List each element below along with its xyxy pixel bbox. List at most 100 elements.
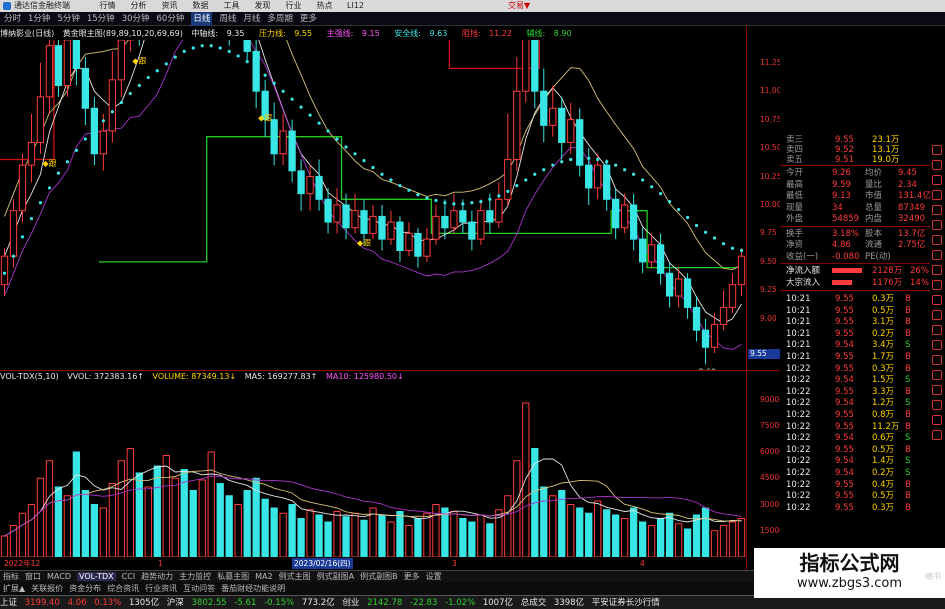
flow-bar — [832, 268, 862, 273]
tool-icon-6[interactable] — [932, 220, 942, 230]
tool-icon-19[interactable] — [932, 415, 942, 425]
tick-price: 9.55 — [835, 502, 854, 513]
indicator-tab-4[interactable]: CCI — [122, 572, 136, 581]
tick-price: 9.55 — [835, 352, 854, 362]
period-1[interactable]: 1分钟 — [28, 12, 50, 26]
volume-bar — [54, 486, 63, 557]
tool-icon-11[interactable] — [932, 295, 942, 305]
indicator-tab-13[interactable]: 设置 — [426, 572, 442, 581]
stock-name[interactable]: 博纳影业(日线) — [0, 29, 54, 38]
info-tab-0[interactable]: 扩展▲ — [3, 584, 25, 593]
sh-label[interactable]: 上证 — [0, 598, 17, 608]
period-4[interactable]: 30分钟 — [122, 12, 150, 26]
candle — [324, 187, 332, 234]
period-3[interactable]: 15分钟 — [87, 12, 115, 26]
tool-icon-17[interactable] — [932, 385, 942, 395]
menu-item-8[interactable]: LI12 — [340, 0, 371, 12]
volume-bar — [468, 521, 476, 557]
info-tab-1[interactable]: 关联报价 — [31, 584, 63, 593]
tick-price: 9.54 — [835, 340, 854, 351]
period-2[interactable]: 5分钟 — [57, 12, 79, 26]
price-tick: 9.50 — [760, 256, 777, 266]
menu-item-4[interactable]: 工具 — [216, 0, 247, 12]
tool-icon-2[interactable] — [932, 160, 942, 170]
tool-icon-14[interactable] — [932, 340, 942, 350]
info-tab-4[interactable]: 行业资讯 — [145, 584, 177, 593]
indicator-tab-7[interactable]: 私募主图 — [217, 572, 249, 581]
volume-bar — [378, 514, 386, 557]
indicator-tab-1[interactable]: 窗口 — [25, 572, 41, 581]
mid-line-dot — [11, 254, 16, 258]
mid-line-dot — [227, 49, 231, 53]
tool-icon-13[interactable] — [932, 325, 942, 335]
tool-icon-20[interactable] — [932, 430, 942, 440]
sz-change: -5.61 — [234, 598, 257, 608]
price-chart[interactable]: ←12.73←8.60◆跟◆跟◆跟◆跟◆跟◆跟 — [0, 40, 746, 370]
tool-icon-5[interactable] — [932, 205, 942, 215]
tick-volume: 0.3万 — [872, 363, 895, 374]
volume-bar — [513, 460, 521, 557]
indicator-tab-11[interactable]: 例式副图B — [360, 572, 398, 581]
indicator-tab-6[interactable]: 主力监控 — [179, 572, 211, 581]
tool-icon-9[interactable] — [932, 265, 942, 275]
indicator-tab-3[interactable]: VOL-TDX — [76, 572, 116, 581]
period-0[interactable]: 分时 — [4, 12, 21, 26]
tick-time: 10:22 — [786, 421, 811, 432]
volume-bar — [261, 498, 269, 557]
trade-menu[interactable]: 交易▼ — [508, 0, 530, 12]
layout-toggle[interactable]: 横书 — [925, 571, 941, 582]
info-tab-3[interactable]: 综合资讯 — [107, 584, 139, 593]
tool-icon-7[interactable] — [932, 235, 942, 245]
info-tab-6[interactable]: 番茄财经功能说明 — [221, 584, 285, 593]
info-tab-5[interactable]: 互动问答 — [183, 584, 215, 593]
tool-icon-15[interactable] — [932, 355, 942, 365]
period-6[interactable]: 日线 — [191, 12, 213, 26]
tool-icon-12[interactable] — [932, 310, 942, 320]
price-tick: 10.25 — [760, 171, 782, 181]
menu-item-3[interactable]: 数据 — [185, 0, 216, 12]
period-7[interactable]: 周线 — [219, 12, 236, 26]
period-8[interactable]: 月线 — [243, 12, 260, 26]
tool-icon-4[interactable] — [932, 190, 942, 200]
menu-item-2[interactable]: 资讯 — [154, 0, 185, 12]
indicator-tab-12[interactable]: 更多 — [404, 572, 420, 581]
mid-line-dot — [299, 105, 303, 109]
volume-bar — [81, 490, 90, 557]
tool-icon-18[interactable] — [932, 400, 942, 410]
indicator-tab-8[interactable]: MA2 — [255, 572, 272, 581]
tool-icon-16[interactable] — [932, 370, 942, 380]
sz-label[interactable]: 沪深 — [167, 598, 184, 608]
period-10[interactable]: 更多 — [300, 12, 317, 26]
tool-icon-3[interactable] — [932, 175, 942, 185]
tool-icon-1[interactable] — [932, 145, 942, 155]
broker-name[interactable]: 平安证券长沙行情 — [592, 598, 660, 608]
menu-item-0[interactable]: 行情 — [92, 0, 123, 12]
mid-line-dot — [155, 69, 159, 73]
indicator-tab-5[interactable]: 趋势动力 — [141, 572, 173, 581]
menu-item-6[interactable]: 行业 — [278, 0, 309, 12]
period-9[interactable]: 多周期 — [267, 12, 293, 26]
vol-indicator-name[interactable]: VOL-TDX(5,10) — [0, 372, 59, 381]
volume-chart[interactable] — [0, 382, 746, 557]
indicator-tab-9[interactable]: 例式主图 — [279, 572, 311, 581]
tool-icon-8[interactable] — [932, 250, 942, 260]
menu-item-7[interactable]: 热点 — [309, 0, 340, 12]
flow-pct: 14% — [910, 278, 929, 288]
indicator-tab-10[interactable]: 例式副图A — [317, 572, 354, 581]
candle — [27, 113, 36, 183]
indicator-tab-0[interactable]: 指标 — [3, 572, 19, 581]
mid-line-dot — [461, 202, 465, 206]
formula-name[interactable]: 黄金眼主图(89,89,10,20,69,69) — [63, 29, 183, 38]
menu-item-5[interactable]: 发现 — [247, 0, 278, 12]
tool-icon-10[interactable] — [932, 280, 942, 290]
candle — [558, 96, 566, 160]
tick-side: S — [905, 375, 911, 386]
candle — [228, 40, 230, 46]
info-tab-2[interactable]: 资金分布 — [69, 584, 101, 593]
menu-item-1[interactable]: 分析 — [123, 0, 154, 12]
indicator-tab-2[interactable]: MACD — [47, 572, 71, 581]
panel-separator — [780, 263, 930, 264]
tick-time: 10:21 — [786, 340, 811, 351]
cy-label[interactable]: 创业 — [342, 598, 359, 608]
period-5[interactable]: 60分钟 — [157, 12, 185, 26]
